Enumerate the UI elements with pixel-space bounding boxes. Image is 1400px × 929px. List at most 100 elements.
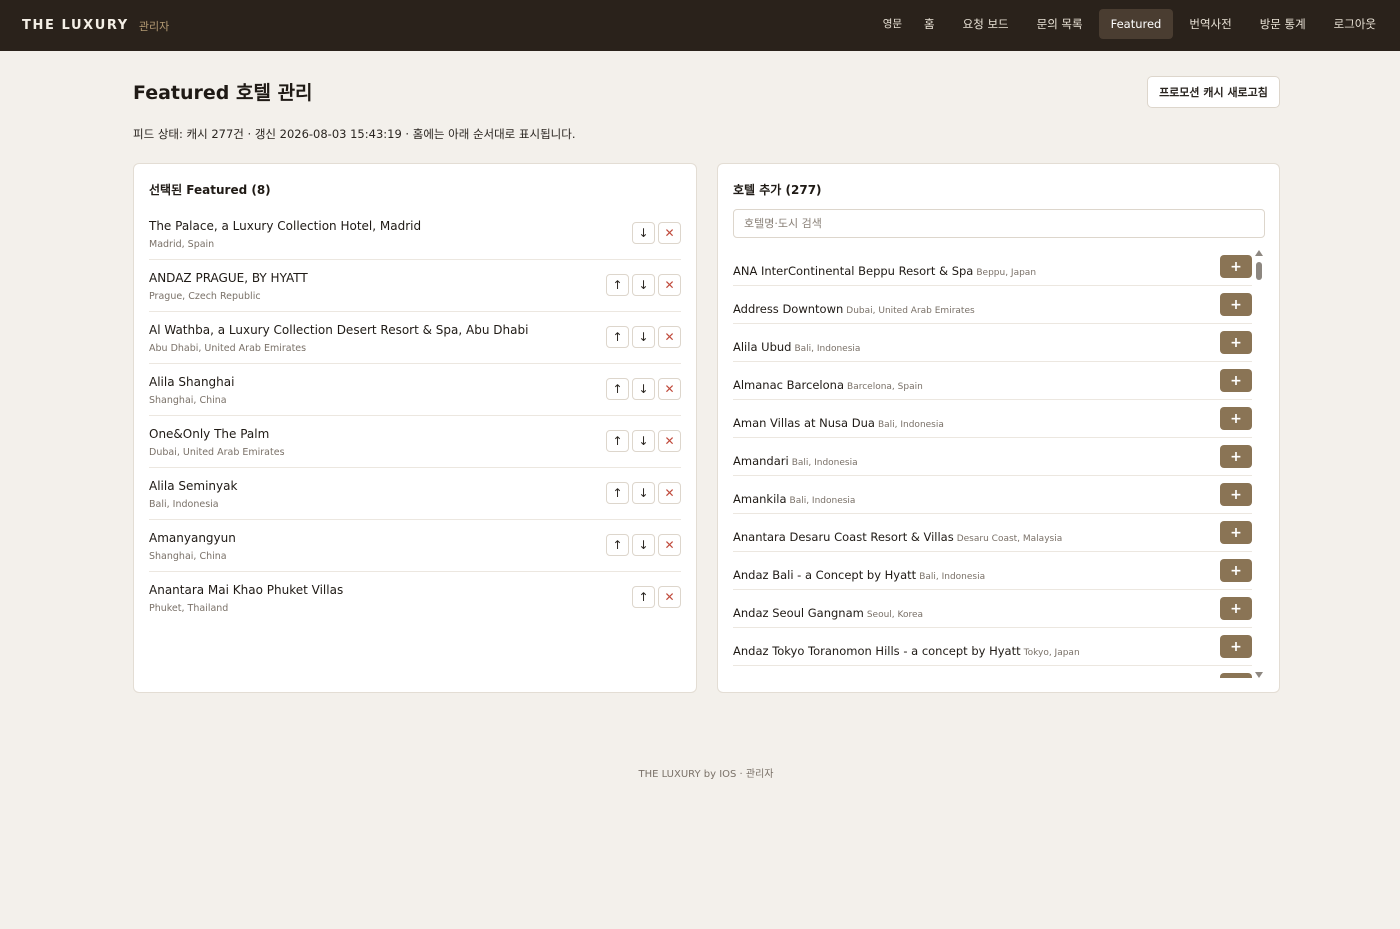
move-down-icon[interactable]: ↓ bbox=[632, 482, 655, 504]
move-up-icon[interactable]: ↑ bbox=[606, 378, 629, 400]
refresh-cache-button[interactable]: 프로모션 캐시 새로고침 bbox=[1147, 76, 1280, 108]
add-hotel-button[interactable]: + bbox=[1220, 635, 1252, 658]
add-hotel-button[interactable]: + bbox=[1220, 369, 1252, 392]
hotel-list-item: Aman Villas at Nusa Dua Bali, Indonesia + bbox=[733, 400, 1252, 438]
hotel-list-item: Address Downtown Dubai, United Arab Emira… bbox=[733, 286, 1252, 324]
add-hotel-button[interactable]: + bbox=[1220, 521, 1252, 544]
add-hotel-button[interactable]: + bbox=[1220, 597, 1252, 620]
hotel-location: Madrid, Spain bbox=[149, 239, 215, 250]
hotel-info: Andaz Bali - a Concept by Hyatt Bali, Ind… bbox=[733, 564, 985, 583]
selected-panel-title: 선택된 Featured (8) bbox=[149, 183, 271, 197]
selected-hotel-row: Anantara Mai Khao Phuket Villas Phuket, T… bbox=[149, 572, 681, 624]
move-up-icon[interactable]: ↑ bbox=[632, 586, 655, 608]
add-hotel-button[interactable]: + bbox=[1220, 293, 1252, 316]
move-up-icon[interactable]: ↑ bbox=[606, 274, 629, 296]
row-actions: ↓ ✕ bbox=[632, 222, 681, 244]
hotel-name: Andaz Tokyo Toranomon Hills - a concept … bbox=[733, 644, 1021, 658]
nav-item[interactable]: 로그아웃 bbox=[1322, 9, 1388, 39]
move-down-icon[interactable]: ↓ bbox=[632, 534, 655, 556]
nav-item[interactable]: Featured bbox=[1098, 9, 1174, 39]
brand-name: THE LUXURY bbox=[22, 18, 129, 33]
hotel-list-item: Amandari Bali, Indonesia + bbox=[733, 438, 1252, 476]
hotel-location: Beppu, Japan bbox=[976, 268, 1037, 278]
hotel-location: Dubai, United Arab Emirates bbox=[149, 447, 285, 458]
remove-icon[interactable]: ✕ bbox=[658, 274, 681, 296]
hotel-list-item: Andaz Bali - a Concept by Hyatt Bali, Ind… bbox=[733, 552, 1252, 590]
selected-list: The Palace, a Luxury Collection Hotel, M… bbox=[149, 208, 681, 624]
remove-icon[interactable]: ✕ bbox=[658, 586, 681, 608]
hotel-name: Almanac Barcelona bbox=[733, 378, 845, 392]
add-hotel-button[interactable]: + bbox=[1220, 331, 1252, 354]
scroll-up-arrow-icon[interactable] bbox=[1255, 250, 1263, 256]
hotel-location: Shanghai, China bbox=[149, 551, 227, 562]
move-up-icon[interactable]: ↑ bbox=[606, 482, 629, 504]
hotel-search-input[interactable] bbox=[733, 209, 1265, 238]
move-up-icon[interactable]: ↑ bbox=[606, 534, 629, 556]
hotel-list-item: Anantara Desaru Coast Resort & Villas Des… bbox=[733, 514, 1252, 552]
nav-item[interactable]: 영문 bbox=[877, 9, 908, 39]
add-hotel-button[interactable]: + bbox=[1220, 407, 1252, 430]
feed-status: 피드 상태: 캐시 277건 · 갱신 2026-08-03 15:43:19 … bbox=[133, 127, 576, 141]
top-navigation-bar: THE LUXURY 관리자 영문 홈 요청 보드 문의 목록 Featured 번역사전… bbox=[0, 0, 1400, 51]
row-actions: ↑ ✕ bbox=[632, 586, 681, 608]
scroll-thumb[interactable] bbox=[1256, 262, 1262, 280]
brand[interactable]: THE LUXURY 관리자 bbox=[22, 0, 169, 51]
move-up-icon[interactable]: ↑ bbox=[606, 430, 629, 452]
selected-hotel-row: ANDAZ PRAGUE, BY HYATT Prague, Czech Repu… bbox=[149, 260, 681, 312]
remove-icon[interactable]: ✕ bbox=[658, 430, 681, 452]
hotel-list-scrollbar[interactable] bbox=[1254, 250, 1264, 678]
hotel-name: Anantara Desaru Coast Resort & Villas bbox=[733, 530, 954, 544]
selected-hotel-row: Alila Seminyak Bali, Indonesia ↑ ↓ ✕ bbox=[149, 468, 681, 520]
selected-hotel-row: Al Wathba, a Luxury Collection Desert Re… bbox=[149, 312, 681, 364]
selected-featured-panel: 선택된 Featured (8) The Palace, a Luxury Co… bbox=[133, 163, 697, 693]
add-hotel-button[interactable]: + bbox=[1220, 559, 1252, 582]
remove-icon[interactable]: ✕ bbox=[658, 378, 681, 400]
row-actions: ↑ ↓ ✕ bbox=[606, 274, 681, 296]
hotel-info: Andaz Tokyo Toranomon Hills - a concept … bbox=[733, 640, 1080, 659]
hotel-name: Alila Shanghai bbox=[149, 375, 235, 389]
remove-icon[interactable]: ✕ bbox=[658, 222, 681, 244]
remove-icon[interactable]: ✕ bbox=[658, 326, 681, 348]
nav-item[interactable]: 문의 목록 bbox=[1025, 9, 1095, 39]
move-down-icon[interactable]: ↓ bbox=[632, 326, 655, 348]
row-actions: ↑ ↓ ✕ bbox=[606, 482, 681, 504]
remove-icon[interactable]: ✕ bbox=[658, 482, 681, 504]
selected-hotel-row: One&Only The Palm Dubai, United Arab Emir… bbox=[149, 416, 681, 468]
hotel-location: Bali, Indonesia bbox=[919, 572, 986, 582]
move-down-icon[interactable]: ↓ bbox=[632, 430, 655, 452]
hotel-name: Anantara Mai Khao Phuket Villas bbox=[149, 583, 344, 597]
move-up-icon[interactable]: ↑ bbox=[606, 326, 629, 348]
nav-item[interactable]: 방문 통계 bbox=[1248, 9, 1318, 39]
selected-hotel-row: The Palace, a Luxury Collection Hotel, M… bbox=[149, 208, 681, 260]
hotel-info: Address Downtown Dubai, United Arab Emira… bbox=[733, 298, 975, 317]
nav-item[interactable]: 요청 보드 bbox=[951, 9, 1021, 39]
add-hotel-button[interactable]: + bbox=[1220, 255, 1252, 278]
hotel-info: Alila Ubud Bali, Indonesia bbox=[733, 336, 860, 355]
add-hotel-button[interactable]: + bbox=[1220, 673, 1252, 678]
move-down-icon[interactable]: ↓ bbox=[632, 222, 655, 244]
hotel-name: Aman Villas at Nusa Dua bbox=[733, 416, 875, 430]
move-down-icon[interactable]: ↓ bbox=[632, 378, 655, 400]
nav-item[interactable]: 홈 bbox=[912, 9, 947, 39]
hotel-name: The Palace, a Luxury Collection Hotel, M… bbox=[149, 219, 422, 233]
hotel-info: Andaz Seoul Gangnam Seoul, Korea bbox=[733, 602, 923, 621]
hotel-list-item: Almanac Barcelona Barcelona, Spain + bbox=[733, 362, 1252, 400]
hotel-info: Aman Villas at Nusa Dua Bali, Indonesia bbox=[733, 412, 944, 431]
hotel-name: Alila Ubud bbox=[733, 340, 792, 354]
scroll-down-arrow-icon[interactable] bbox=[1255, 672, 1263, 678]
hotel-location: Shanghai, China bbox=[149, 395, 227, 406]
hotel-location: Bali, Indonesia bbox=[877, 420, 944, 430]
hotel-location: Dubai, United Arab Emirates bbox=[846, 306, 975, 316]
row-actions: ↑ ↓ ✕ bbox=[606, 378, 681, 400]
brand-subtitle: 관리자 bbox=[138, 19, 170, 33]
selected-hotel-row: Alila Shanghai Shanghai, China ↑ ↓ ✕ bbox=[149, 364, 681, 416]
hotel-name: Al Wathba, a Luxury Collection Desert Re… bbox=[149, 323, 529, 337]
add-hotel-button[interactable]: + bbox=[1220, 483, 1252, 506]
remove-icon[interactable]: ✕ bbox=[658, 534, 681, 556]
move-down-icon[interactable]: ↓ bbox=[632, 274, 655, 296]
row-actions: ↑ ↓ ✕ bbox=[606, 430, 681, 452]
nav-item[interactable]: 번역사전 bbox=[1177, 9, 1243, 39]
hotel-name: Amandari bbox=[733, 454, 789, 468]
add-hotel-button[interactable]: + bbox=[1220, 445, 1252, 468]
add-hotel-panel: 호텔 추가 (277) ANA InterContinental Beppu R… bbox=[717, 163, 1280, 693]
